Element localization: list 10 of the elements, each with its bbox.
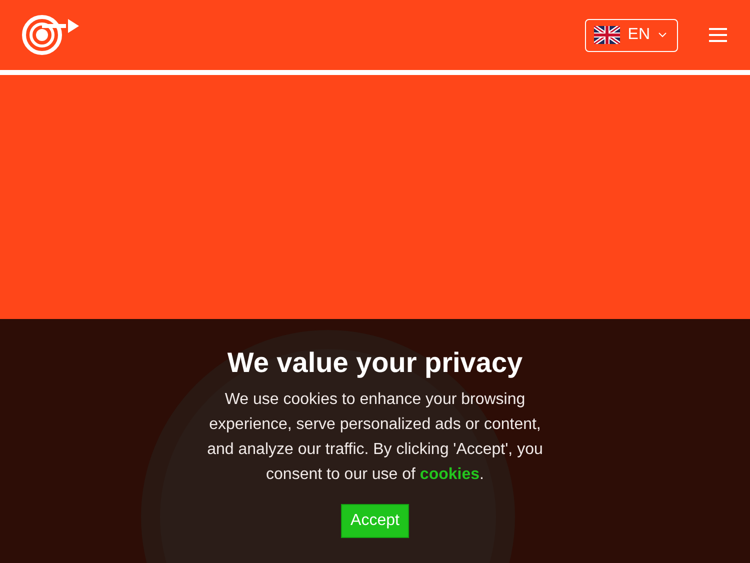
- logo-icon: [22, 14, 80, 56]
- banner-title: We value your privacy: [227, 347, 523, 379]
- banner-text: We use cookies to enhance your browsing experience, serve personalized ads or content, and analyze our traffic. By clicking 'Accept', you consent to our use of cookies.: [206, 390, 544, 485]
- menu-button[interactable]: [708, 27, 728, 43]
- chevron-down-icon: [658, 32, 667, 38]
- accept-button[interactable]: Accept: [340, 504, 410, 538]
- cookies-link[interactable]: cookies: [420, 466, 480, 483]
- flag-icon: [594, 26, 620, 44]
- menu-icon: [708, 27, 728, 43]
- language-selector[interactable]: EN: [584, 18, 678, 52]
